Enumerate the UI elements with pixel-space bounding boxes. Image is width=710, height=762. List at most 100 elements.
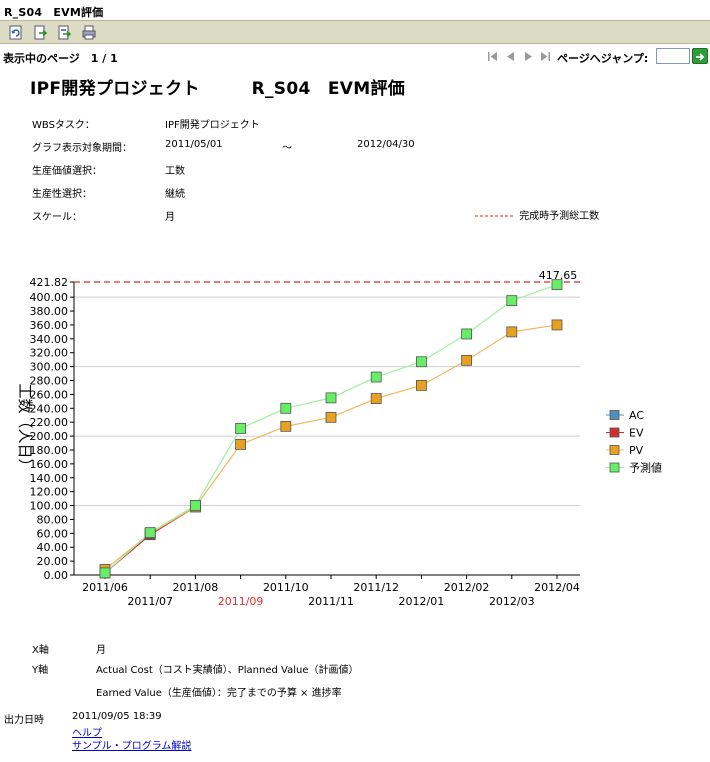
y-tick-label: 320.00	[30, 347, 69, 360]
x-tick-label: 2011/09	[218, 595, 264, 608]
scale-label: スケール：	[32, 212, 82, 223]
data-point	[415, 379, 427, 391]
jump-label: ページへジャンプ:	[557, 52, 649, 65]
x-axis-value: 月	[96, 645, 106, 656]
data-point	[370, 371, 382, 383]
y-tick-label: 220.00	[30, 416, 69, 429]
export-alt-icon[interactable]	[58, 25, 72, 40]
legend-label: PV	[629, 444, 644, 457]
sample-program-link[interactable]: サンプル・プログラム解説	[72, 737, 191, 752]
legend-marker	[609, 445, 620, 455]
series-line	[104, 284, 558, 574]
value-select-value: 工数	[165, 166, 185, 177]
data-point	[280, 402, 292, 414]
print-icon[interactable]	[82, 25, 96, 40]
y-tick-label: 300.00	[30, 361, 69, 374]
y-tick-label: 80.00	[37, 513, 69, 526]
y-tick-label: 280.00	[30, 375, 69, 388]
toolbar	[0, 20, 710, 44]
y-tick-label: 180.00	[30, 444, 69, 457]
y-tick-label: 120.00	[30, 486, 69, 499]
output-date-label: 出力日時	[4, 715, 44, 726]
y-tick-label: 160.00	[30, 458, 69, 471]
y-tick-label: 140.00	[30, 472, 69, 485]
x-tick-label: 2011/10	[263, 581, 309, 594]
y-axis-line2: Earned Value（生産価値）：完了までの予算 × 進捗率	[96, 688, 342, 699]
x-tick-label: 2011/11	[308, 595, 354, 608]
prev-page-icon[interactable]	[505, 51, 516, 62]
wbs-task-label: WBSタスク：	[32, 120, 95, 131]
data-point	[461, 354, 473, 366]
y-tick-label: 400.00	[30, 291, 69, 304]
period-end: 2012/04/30	[357, 139, 415, 150]
arrow-right-icon	[696, 53, 705, 61]
x-axis-label: X軸	[32, 645, 49, 656]
refresh-icon[interactable]	[9, 25, 23, 40]
pager-bar: 表示中のページ 1 / 1 ページへジャンプ:	[0, 45, 710, 69]
x-tick-label: 2011/08	[173, 581, 219, 594]
legend-marker	[609, 410, 620, 420]
evm-chart: 0.0020.0040.0060.0080.00100.00120.00140.…	[16, 269, 662, 608]
y-tick-label: 340.00	[30, 333, 69, 346]
data-point	[189, 500, 201, 511]
x-tick-label: 2012/03	[489, 595, 535, 608]
legend-label: EV	[629, 427, 644, 440]
data-point	[506, 295, 518, 307]
data-point	[325, 392, 337, 404]
report-title: IPF開発プロジェクト R_S04 EVM評価	[30, 79, 406, 99]
series-line	[104, 324, 558, 570]
x-tick-label: 2012/02	[444, 581, 490, 594]
page-indicator: 表示中のページ 1 / 1	[3, 52, 118, 65]
x-tick-label: 2012/04	[534, 581, 580, 594]
forecast-total-legend: 完成時予測総工数	[474, 207, 599, 222]
first-page-icon[interactable]	[487, 51, 498, 62]
x-tick-label: 2011/07	[127, 595, 173, 608]
last-page-icon[interactable]	[540, 51, 551, 62]
y-tick-label: 100.00	[30, 500, 69, 513]
data-point	[551, 319, 563, 331]
export-icon[interactable]	[34, 25, 48, 40]
productivity-value: 継続	[165, 189, 185, 200]
data-point	[325, 411, 337, 423]
legend-label: AC	[629, 409, 644, 422]
y-tick-label: 240.00	[30, 402, 69, 415]
data-point	[415, 356, 427, 368]
data-point	[144, 527, 156, 539]
legend-label: 予測値	[629, 461, 662, 475]
x-tick-label: 2012/01	[399, 595, 445, 608]
y-tick-label: 380.00	[30, 305, 69, 318]
data-point	[551, 279, 563, 291]
next-page-icon[interactable]	[523, 51, 534, 62]
x-tick-label: 2011/06	[82, 581, 128, 594]
legend-marker	[609, 462, 620, 473]
y-tick-label: 0.00	[44, 569, 69, 582]
data-point	[506, 326, 518, 338]
data-point	[461, 328, 473, 340]
page-jump-input[interactable]	[656, 48, 690, 64]
legend-marker	[609, 427, 620, 438]
forecast-total-label: 完成時予測総工数	[519, 211, 600, 222]
period-start: 2011/05/01	[165, 139, 223, 150]
wbs-task-value: IPF開発プロジェクト	[165, 120, 260, 131]
y-tick-label: 200.00	[30, 430, 69, 443]
y-axis-line1: Actual Cost（コスト実績値）、Planned Value（計画値）	[96, 665, 359, 676]
data-point	[235, 439, 247, 450]
window-title: R_S04 EVM評価	[0, 0, 710, 20]
productivity-label: 生産性選択：	[32, 189, 92, 200]
data-point	[99, 567, 111, 579]
y-axis-label: Y軸	[32, 665, 49, 676]
dashed-line-icon	[475, 215, 515, 217]
go-button[interactable]	[692, 48, 708, 64]
y-axis-title: 工数（人日）	[16, 383, 34, 473]
data-point	[235, 423, 247, 434]
scale-value: 月	[165, 212, 175, 223]
y-tick-label: 20.00	[37, 555, 69, 568]
y-tick-label: 360.00	[30, 319, 69, 332]
y-tick-label: 60.00	[37, 527, 69, 540]
data-point	[370, 393, 382, 404]
output-date-value: 2011/09/05 18:39	[72, 711, 162, 722]
period-tilde: ～	[282, 143, 292, 154]
x-tick-label: 2011/12	[353, 581, 399, 594]
data-point	[280, 420, 292, 432]
value-select-label: 生産価値選択：	[32, 166, 102, 177]
